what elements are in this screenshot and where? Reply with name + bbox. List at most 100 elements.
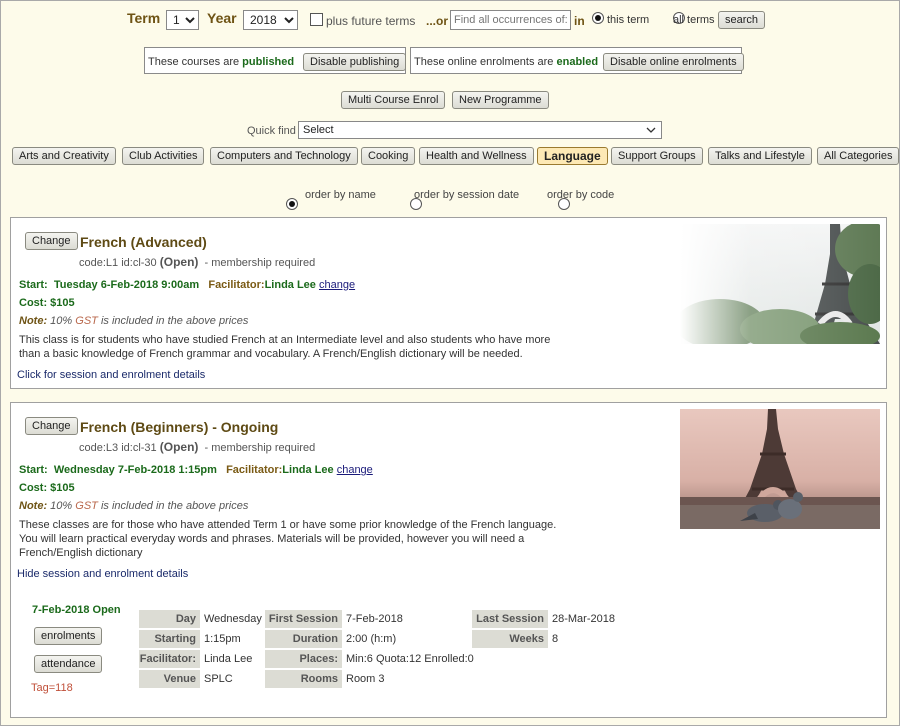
course-card: Change French (Advanced) code:L1 id:cl-3… xyxy=(10,217,887,389)
first-session-value: 7-Feb-2018 xyxy=(346,613,403,625)
course-status: (Open) xyxy=(159,255,199,269)
search-button[interactable]: search xyxy=(718,11,766,29)
eiffel-tower-trees-photo xyxy=(680,224,880,344)
course-status: (Open) xyxy=(159,440,199,454)
category-cooking[interactable]: Cooking xyxy=(361,147,416,165)
venue-value: SPLC xyxy=(204,673,233,685)
year-select[interactable]: 2018 xyxy=(243,10,298,30)
order-code-label: order by code xyxy=(547,189,615,201)
facilitator-label: Facilitator: xyxy=(139,650,200,668)
category-language[interactable]: Language xyxy=(537,147,608,165)
cost-line: Cost: $105 xyxy=(19,482,75,494)
publish-box: These courses are published Disable publ… xyxy=(144,47,407,74)
category-computers[interactable]: Computers and Technology xyxy=(210,147,358,165)
note-label: Note: xyxy=(19,500,48,512)
course-code-line: code:L3 id:cl-31 (Open) - membership req… xyxy=(79,440,315,454)
note-rest: is included in the above prices xyxy=(100,500,249,512)
this-term-radio[interactable] xyxy=(592,12,604,25)
last-session-value: 28-Mar-2018 xyxy=(552,613,615,625)
category-support[interactable]: Support Groups xyxy=(611,147,703,165)
duration-value: 2:00 (h:m) xyxy=(346,633,397,645)
course-description: These classes are for those who have att… xyxy=(19,518,579,560)
description-line: You will learn practical everyday words … xyxy=(19,533,525,545)
publish-state: published xyxy=(242,56,295,68)
quick-find-select[interactable]: Select xyxy=(298,121,662,139)
term-select[interactable]: 1 xyxy=(166,10,199,30)
membership-note: - membership required xyxy=(204,442,316,454)
rooms-value: Room 3 xyxy=(346,673,385,685)
multi-course-enrol-button[interactable]: Multi Course Enrol xyxy=(341,91,446,109)
change-facilitator-link[interactable]: change xyxy=(337,464,373,476)
category-talks[interactable]: Talks and Lifestyle xyxy=(708,147,812,165)
new-programme-button[interactable]: New Programme xyxy=(452,91,549,109)
note-pct: 10% xyxy=(50,315,73,327)
course-code-line: code:L1 id:cl-30 (Open) - membership req… xyxy=(79,255,315,269)
online-state: enabled xyxy=(556,56,599,68)
attendance-button[interactable]: attendance xyxy=(34,655,103,673)
duration-label: Duration xyxy=(265,630,342,648)
membership-note: - membership required xyxy=(204,257,316,269)
start-label: Start: xyxy=(19,279,48,291)
change-course-button[interactable]: Change xyxy=(25,232,78,250)
this-term-label: this term xyxy=(607,14,650,26)
chevron-down-icon xyxy=(646,127,656,133)
cost-line: Cost: $105 xyxy=(19,297,75,309)
gst-note: Note: 10% GST is included in the above p… xyxy=(19,500,248,512)
online-prefix: These online enrolments are xyxy=(414,56,554,68)
or-label: ...or xyxy=(426,14,449,28)
first-session-label: First Session xyxy=(265,610,342,628)
facilitator-label: Facilitator: xyxy=(208,279,265,291)
change-facilitator-link[interactable]: change xyxy=(319,279,355,291)
online-box: These online enrolments are enabled Disa… xyxy=(410,47,744,74)
find-input[interactable] xyxy=(450,10,571,30)
disable-publishing-button[interactable]: Disable publishing xyxy=(303,53,407,71)
order-name-label: order by name xyxy=(305,189,376,201)
session-details-link[interactable]: Hide session and enrolment details xyxy=(17,568,188,580)
category-health[interactable]: Health and Wellness xyxy=(419,147,534,165)
course-title: French (Beginners) - Ongoing xyxy=(80,419,279,435)
category-arts[interactable]: Arts and Creativity xyxy=(12,147,116,165)
online-text: These online enrolments are enabled xyxy=(414,56,598,68)
start-value: Wednesday 7-Feb-2018 1:15pm xyxy=(53,464,217,476)
places-label: Places: xyxy=(265,650,342,668)
page-frame: Term 1 Year 2018 plus future terms ...or… xyxy=(0,0,900,726)
session-details-link[interactable]: Click for session and enrolment details xyxy=(17,369,205,381)
category-all[interactable]: All Categories xyxy=(817,147,900,165)
start-line: Start: Tuesday 6-Feb-2018 9:00am Facilit… xyxy=(19,279,355,291)
change-course-button[interactable]: Change xyxy=(25,417,78,435)
category-club[interactable]: Club Activities xyxy=(122,147,205,165)
course-title: French (Advanced) xyxy=(80,234,207,250)
venue-label: Venue xyxy=(139,670,200,688)
starting-value: 1:15pm xyxy=(204,633,241,645)
quick-find-value: Select xyxy=(303,124,334,136)
note-gst: GST xyxy=(75,315,98,327)
course-description: This class is for students who have stud… xyxy=(19,333,579,361)
start-value: Tuesday 6-Feb-2018 9:00am xyxy=(53,279,200,291)
facilitator-value: Linda Lee xyxy=(264,279,316,291)
day-label: Day xyxy=(139,610,200,628)
facilitator-label: Facilitator: xyxy=(226,464,283,476)
session-tag: Tag=118 xyxy=(31,682,73,694)
gst-note: Note: 10% GST is included in the above p… xyxy=(19,315,248,327)
publish-text: These courses are published xyxy=(148,56,294,68)
order-name-radio[interactable] xyxy=(286,198,298,211)
session-date-status: 7-Feb-2018 Open xyxy=(32,604,121,616)
weeks-label: Weeks xyxy=(472,630,548,648)
rooms-label: Rooms xyxy=(265,670,342,688)
note-label: Note: xyxy=(19,315,48,327)
starting-label: Starting xyxy=(139,630,200,648)
year-label: Year xyxy=(207,10,237,26)
day-value: Wednesday xyxy=(204,613,262,625)
description-line: These classes are for those who have att… xyxy=(19,519,557,531)
future-terms-label: plus future terms xyxy=(326,14,416,28)
start-label: Start: xyxy=(19,464,48,476)
enrolments-button[interactable]: enrolments xyxy=(34,627,103,645)
note-rest: is included in the above prices xyxy=(100,315,249,327)
weeks-value: 8 xyxy=(552,633,559,645)
last-session-label: Last Session xyxy=(472,610,548,628)
future-terms-checkbox[interactable] xyxy=(310,13,323,26)
term-label: Term xyxy=(127,10,161,26)
start-line: Start: Wednesday 7-Feb-2018 1:15pm Facil… xyxy=(19,464,373,476)
all-terms-label: all terms xyxy=(673,14,715,26)
disable-online-enrolments-button[interactable]: Disable online enrolments xyxy=(603,53,744,71)
